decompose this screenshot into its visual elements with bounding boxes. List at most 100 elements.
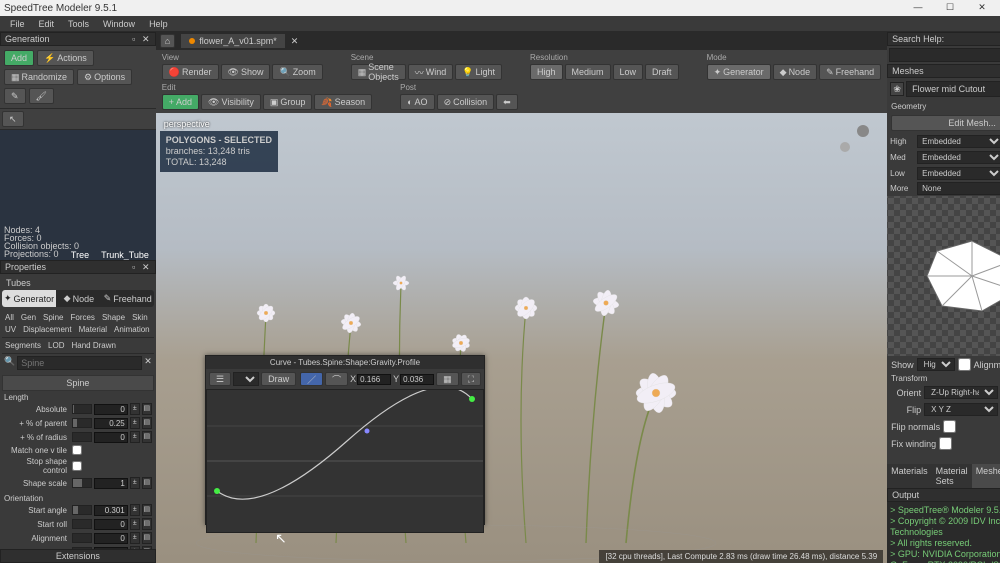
mode-freehand-button[interactable]: ✎ Freehand xyxy=(819,64,881,80)
pill-node[interactable]: ◆ Node xyxy=(56,290,102,307)
options-button[interactable]: ⚙ Options xyxy=(77,69,132,85)
alignment-checkbox[interactable] xyxy=(958,358,971,371)
edit-add-button[interactable]: + Add xyxy=(162,94,199,110)
filter-all[interactable]: All xyxy=(2,312,17,323)
output-log[interactable]: > SpeedTree® Modeler 9.5.1 > Copyright ©… xyxy=(887,502,1000,563)
curve-smooth-icon[interactable]: ⌒ xyxy=(325,372,348,386)
search-help-input[interactable] xyxy=(889,48,1000,62)
filter-gen[interactable]: Gen xyxy=(18,312,39,323)
curve-snap-icon[interactable]: ▦ xyxy=(436,372,459,386)
filter-skin[interactable]: Skin xyxy=(129,312,151,323)
scene-objects-button[interactable]: ▦ Scene Objects xyxy=(351,64,406,80)
flipnormals-checkbox[interactable] xyxy=(943,420,956,433)
close-button[interactable]: ✕ xyxy=(968,1,996,15)
curve-line-icon[interactable]: ／ xyxy=(300,372,323,386)
res-low-button[interactable]: Low xyxy=(613,64,644,80)
curve-menu-icon[interactable]: ☰ xyxy=(209,372,231,386)
spine-section[interactable]: Spine xyxy=(2,375,154,391)
start-angle-slider[interactable] xyxy=(72,505,92,515)
mesh-preview[interactable] xyxy=(887,196,1000,356)
res-draft-button[interactable]: Draft xyxy=(645,64,679,80)
menu-help[interactable]: Help xyxy=(143,18,174,30)
mesh-select[interactable]: Flower mid Cutout xyxy=(906,81,1000,97)
tab-close-icon[interactable]: ✕ xyxy=(291,36,299,47)
visibility-button[interactable]: 👁 Visibility xyxy=(201,94,261,110)
panel-close-icon[interactable]: ✕ xyxy=(141,34,151,44)
home-icon[interactable]: ⌂ xyxy=(160,34,175,48)
res-high-button[interactable]: High xyxy=(530,64,563,80)
mode-node-button[interactable]: ◆ Node xyxy=(773,64,817,80)
subtab-handdrawn[interactable]: Hand Drawn xyxy=(68,340,118,351)
mesh-thumb-icon[interactable]: ❀ xyxy=(890,82,904,96)
property-search-input[interactable] xyxy=(17,356,142,370)
filter-uv[interactable]: UV xyxy=(2,324,19,335)
tab-materials[interactable]: Materials xyxy=(887,464,932,488)
filter-shape[interactable]: Shape xyxy=(99,312,128,323)
undock-icon[interactable]: ▫ xyxy=(129,34,139,44)
curve-y-input[interactable] xyxy=(400,374,434,385)
filter-animation[interactable]: Animation xyxy=(111,324,153,335)
curve-canvas[interactable] xyxy=(206,389,484,533)
show-button[interactable]: 👁 Show xyxy=(221,64,271,80)
node-graph[interactable]: Tree Trunk_Tube Tubes Leaf Nodes: 4 Forc… xyxy=(0,130,156,260)
stop-checkbox[interactable] xyxy=(72,461,82,471)
pct-radius-slider[interactable] xyxy=(72,432,92,442)
mode-generator-button[interactable]: ✦ Generator xyxy=(707,64,771,80)
curve-x-input[interactable] xyxy=(357,374,391,385)
ao-button[interactable]: ◐ AO xyxy=(400,94,434,110)
lod-low-select[interactable]: Embedded xyxy=(917,167,1000,180)
lod-med-select[interactable]: Embedded xyxy=(917,151,1000,164)
maximize-button[interactable]: ☐ xyxy=(936,1,964,15)
group-button[interactable]: ▣ Group xyxy=(263,94,313,110)
menu-edit[interactable]: Edit xyxy=(33,18,61,30)
render-button[interactable]: 🔴 Render xyxy=(162,64,219,80)
match-checkbox[interactable] xyxy=(72,445,82,455)
menu-window[interactable]: Window xyxy=(97,18,141,30)
wind-button[interactable]: 〰 Wind xyxy=(408,64,454,80)
flip-select[interactable]: X Y Z xyxy=(924,403,998,416)
light-button[interactable]: 💡 Light xyxy=(455,64,502,80)
file-tab[interactable]: flower_A_v01.spm* xyxy=(181,34,285,48)
subtab-lod[interactable]: LOD xyxy=(45,340,67,351)
curve-editor[interactable]: Curve - Tubes.Spine:Shape:Gravity.Profil… xyxy=(205,355,485,525)
pill-freehand[interactable]: ✎ Freehand xyxy=(102,290,154,307)
filter-material[interactable]: Material xyxy=(76,324,110,335)
extensions-bar[interactable]: Extensions xyxy=(0,549,156,563)
absolute-slider[interactable] xyxy=(72,404,92,414)
select-tool-icon[interactable]: ↖ xyxy=(2,111,24,127)
lod-high-select[interactable]: Embedded xyxy=(917,135,1000,148)
curve-expand-icon[interactable]: ⛶ xyxy=(461,372,481,386)
tab-matsets[interactable]: Material Sets xyxy=(932,464,972,488)
pct-parent-slider[interactable] xyxy=(72,418,92,428)
pencil-icon[interactable]: ✎ xyxy=(4,88,26,104)
res-medium-button[interactable]: Medium xyxy=(565,64,611,80)
season-button[interactable]: 🍂 Season xyxy=(314,94,372,110)
zoom-button[interactable]: 🔍 Zoom xyxy=(272,64,322,80)
filter-forces[interactable]: Forces xyxy=(67,312,97,323)
menu-tools[interactable]: Tools xyxy=(62,18,95,30)
back-icon[interactable]: ⬅ xyxy=(496,94,518,110)
show-select[interactable]: High xyxy=(917,358,955,371)
var-icon[interactable]: ± xyxy=(130,403,140,415)
fixwinding-checkbox[interactable] xyxy=(939,437,952,450)
minimize-button[interactable]: — xyxy=(904,1,932,15)
brush-icon[interactable]: 🖌 xyxy=(29,88,54,104)
panel-close-icon[interactable]: ✕ xyxy=(141,262,151,272)
actions-button[interactable]: ⚡ Actions xyxy=(37,50,94,66)
orient-select[interactable]: Z-Up Right-handed xyxy=(924,386,998,399)
filter-spine[interactable]: Spine xyxy=(40,312,66,323)
curve-icon[interactable]: ▤ xyxy=(142,403,152,415)
draw-button[interactable]: Draw xyxy=(261,372,296,386)
undock-icon[interactable]: ▫ xyxy=(129,262,139,272)
randomize-button[interactable]: ▦ Randomize xyxy=(4,69,74,85)
collision-button[interactable]: ⊘ Collision xyxy=(437,94,495,110)
subtab-segments[interactable]: Segments xyxy=(2,340,44,351)
absolute-value[interactable]: 0 xyxy=(94,404,128,415)
filter-disp[interactable]: Displacement xyxy=(20,324,74,335)
tab-meshes[interactable]: Meshes xyxy=(972,464,1000,488)
curve-preset-select[interactable] xyxy=(233,372,259,386)
edit-mesh-button[interactable]: Edit Mesh... xyxy=(891,115,1000,131)
pill-generator[interactable]: ✦ Generator xyxy=(2,290,56,307)
add-button[interactable]: Add xyxy=(4,50,34,66)
lod-more-select[interactable]: None xyxy=(917,182,1000,195)
